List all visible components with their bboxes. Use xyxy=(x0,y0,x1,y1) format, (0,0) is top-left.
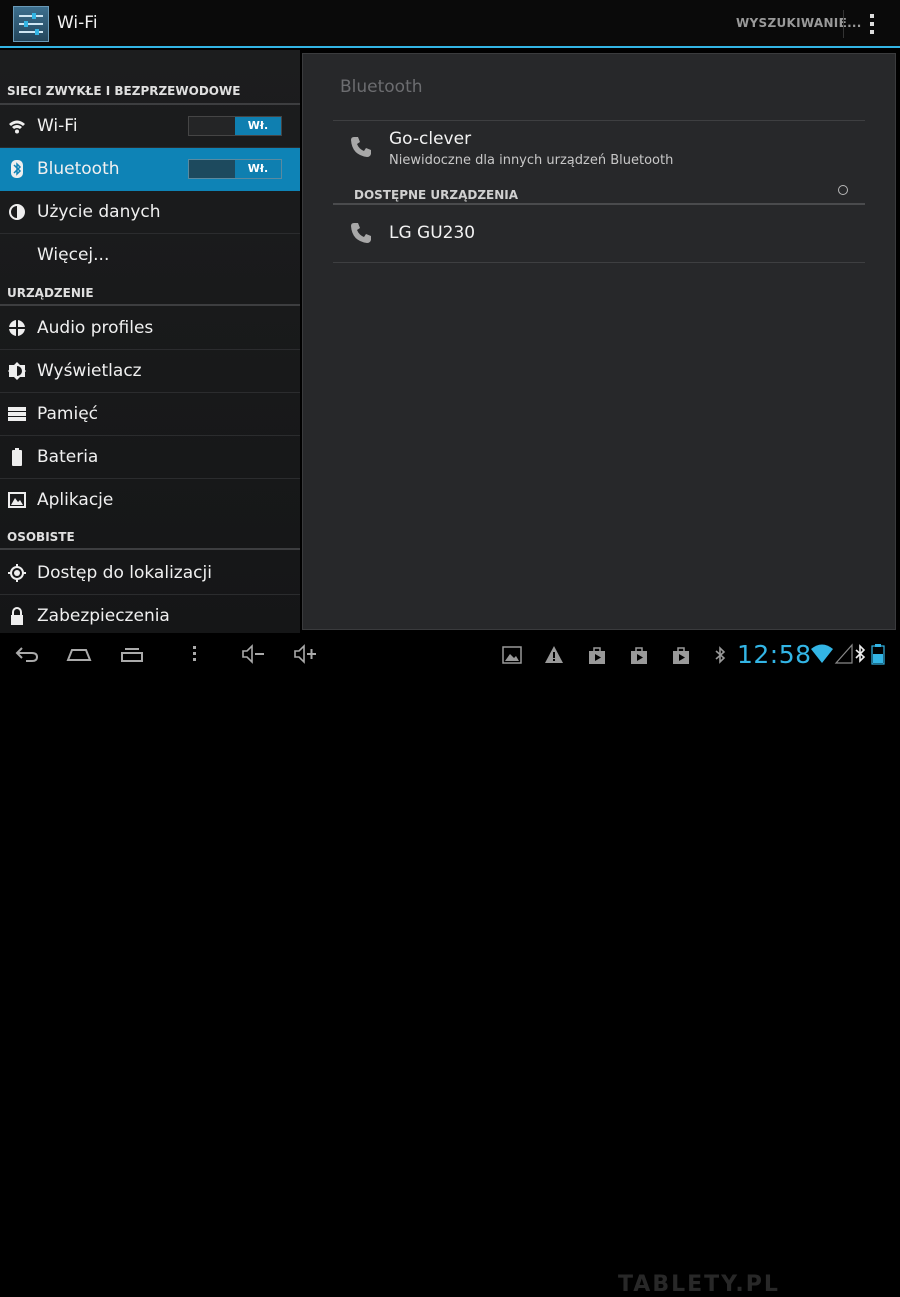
toggle-on-label: Wł. xyxy=(235,117,281,135)
audio-profiles-icon xyxy=(8,319,26,337)
phone-icon xyxy=(349,135,373,159)
volume-down-icon[interactable] xyxy=(240,642,266,666)
sidebar-item-label: Aplikacje xyxy=(37,490,114,510)
wifi-toggle[interactable]: Wł. xyxy=(188,116,282,136)
volume-up-icon[interactable] xyxy=(292,642,318,666)
section-header-device: URZĄDZENIE xyxy=(7,286,94,300)
section-divider xyxy=(0,548,300,550)
sidebar-item-label: Bluetooth xyxy=(37,159,120,179)
cell-signal-icon[interactable] xyxy=(834,643,854,664)
action-bar-divider xyxy=(843,10,844,38)
battery-icon xyxy=(8,448,26,466)
sidebar-item-battery[interactable]: Bateria xyxy=(0,436,300,479)
sidebar-item-label: Bateria xyxy=(37,447,99,467)
available-devices-header: DOSTĘPNE URZĄDZENIA xyxy=(354,188,519,202)
home-icon[interactable] xyxy=(66,642,92,666)
clock[interactable]: 12:58 xyxy=(737,640,812,669)
location-icon xyxy=(8,564,26,582)
section-divider xyxy=(0,304,300,306)
bluetooth-icon[interactable] xyxy=(710,645,730,665)
this-device-row[interactable]: Go-clever Niewidoczne dla innych urządze… xyxy=(333,121,865,183)
display-icon xyxy=(8,362,26,380)
scanning-spinner-icon xyxy=(838,185,848,195)
sidebar-item-label: Zabezpieczenia xyxy=(37,606,170,626)
overflow-menu-icon[interactable] xyxy=(862,10,882,38)
sidebar-item-wifi[interactable]: Wi-Fi Wł. xyxy=(0,105,300,148)
phone-icon xyxy=(349,221,373,245)
sidebar-item-bluetooth[interactable]: Bluetooth Wł. xyxy=(0,148,300,191)
action-bar: Wi-Fi WYSZUKIWANIE... xyxy=(0,0,900,48)
toggle-on-label: Wł. xyxy=(235,160,281,178)
gallery-icon[interactable] xyxy=(502,645,522,665)
sidebar-item-apps[interactable]: Aplikacje xyxy=(0,479,300,522)
apps-icon xyxy=(8,491,26,509)
watermark: TABLETY.PL xyxy=(618,1272,780,1297)
play-store-icon[interactable] xyxy=(629,645,649,665)
system-bar: TABLETY.PL 12:58 xyxy=(0,633,900,1297)
menu-icon[interactable] xyxy=(182,642,208,666)
sidebar-item-label: Użycie danych xyxy=(37,202,161,222)
bluetooth-icon xyxy=(8,160,26,178)
lock-icon xyxy=(8,607,26,625)
list-divider xyxy=(333,262,865,263)
bluetooth-toggle[interactable]: Wł. xyxy=(188,159,282,179)
bluetooth-detail-pane: Bluetooth Go-clever Niewidoczne dla inny… xyxy=(302,53,896,630)
sidebar-item-label: Audio profiles xyxy=(37,318,154,338)
sidebar-item-display[interactable]: Wyświetlacz xyxy=(0,350,300,393)
warning-icon[interactable] xyxy=(544,645,564,665)
device-name: LG GU230 xyxy=(389,223,476,243)
sidebar-item-label: Więcej... xyxy=(37,245,110,265)
sidebar-item-security[interactable]: Zabezpieczenia xyxy=(0,595,300,633)
this-device-status: Niewidoczne dla innych urządzeń Bluetoot… xyxy=(389,153,674,168)
page-title: Wi-Fi xyxy=(57,13,98,33)
detail-title: Bluetooth xyxy=(340,77,423,97)
device-row-lg-gu230[interactable]: LG GU230 xyxy=(333,205,865,261)
sidebar-item-label: Dostęp do lokalizacji xyxy=(37,563,212,583)
settings-app-icon[interactable] xyxy=(13,6,49,42)
sidebar-item-label: Wyświetlacz xyxy=(37,361,142,381)
sidebar-item-label: Pamięć xyxy=(37,404,98,424)
section-header-personal: OSOBISTE xyxy=(7,530,75,544)
sidebar-item-label: Wi-Fi xyxy=(37,116,78,136)
back-icon[interactable] xyxy=(14,642,40,666)
sidebar-item-storage[interactable]: Pamięć xyxy=(0,393,300,436)
wifi-signal-icon[interactable] xyxy=(810,643,834,663)
sidebar-item-location[interactable]: Dostęp do lokalizacji xyxy=(0,552,300,595)
sidebar-item-data-usage[interactable]: Użycie danych xyxy=(0,191,300,234)
battery-status-icon[interactable] xyxy=(870,643,886,665)
data-usage-icon xyxy=(8,203,26,221)
recent-apps-icon[interactable] xyxy=(119,642,145,666)
sidebar-item-audio-profiles[interactable]: Audio profiles xyxy=(0,307,300,350)
sidebar-item-more[interactable]: Więcej... xyxy=(0,234,300,277)
settings-sidebar: SIECI ZWYKŁE I BEZPRZEWODOWE Wi-Fi Wł. B… xyxy=(0,50,300,633)
storage-icon xyxy=(8,405,26,423)
play-store-icon[interactable] xyxy=(671,645,691,665)
shopping-bag-icon[interactable] xyxy=(587,645,607,665)
this-device-name: Go-clever xyxy=(389,129,472,149)
section-header-wireless: SIECI ZWYKŁE I BEZPRZEWODOWE xyxy=(7,84,241,98)
wifi-icon xyxy=(8,117,26,135)
